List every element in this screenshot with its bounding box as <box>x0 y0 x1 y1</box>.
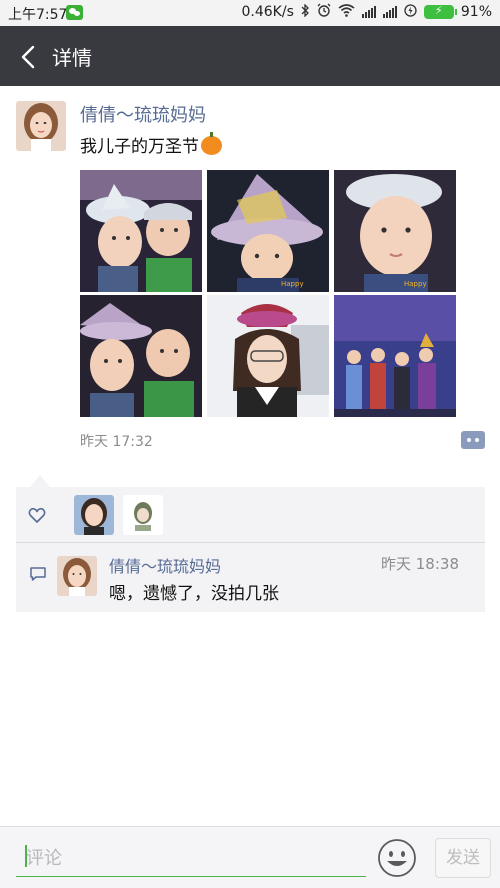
comment-input-bar <box>0 826 500 888</box>
svg-text:Happy: Happy <box>281 280 304 288</box>
status-time: 上午7:57 <box>8 7 68 23</box>
battery-icon: ⚡ <box>423 4 457 19</box>
comment-bubble-icon <box>30 567 46 581</box>
post-time: 昨天 17:32 <box>80 434 153 450</box>
post-photo-4[interactable] <box>80 295 202 417</box>
charging-icon <box>404 3 417 21</box>
comment-time: 昨天 18:38 <box>381 555 459 573</box>
post-photo-2[interactable]: Happy <box>207 170 329 292</box>
post-text-body: 我儿子的万圣节 <box>80 137 199 157</box>
network-speed: 0.46K/s <box>241 4 294 20</box>
wechat-notification-icon <box>66 5 83 20</box>
status-indicators: 0.46K/s ⚡ 91% <box>241 2 492 21</box>
comment-text: 嗯，遗憾了，没拍几张 <box>109 584 279 604</box>
emoji-button[interactable] <box>377 838 417 878</box>
more-actions-button[interactable] <box>461 431 485 449</box>
like-avatar[interactable] <box>74 495 114 535</box>
signal-icon <box>361 6 376 18</box>
svg-text:Happy: Happy <box>404 280 427 288</box>
post-photo-1[interactable] <box>80 170 202 292</box>
comment-item[interactable]: 倩倩～琉琉妈妈 昨天 18:38 嗯，遗憾了，没拍几张 <box>16 544 485 612</box>
post-photo-5[interactable] <box>207 295 329 417</box>
wifi-icon <box>338 3 355 21</box>
send-button[interactable]: 发送 <box>435 838 491 878</box>
comment-input[interactable] <box>16 841 366 877</box>
battery-percent: 91% <box>460 4 492 20</box>
photo-grid: Happy Happy <box>80 170 456 417</box>
page-title: 详情 <box>52 46 92 70</box>
pumpkin-emoji-icon <box>201 132 222 155</box>
nav-bar: 详情 <box>0 26 500 86</box>
alarm-icon <box>317 3 331 21</box>
post-photo-3[interactable]: Happy <box>334 170 456 292</box>
interaction-panel: 倩倩～琉琉妈妈 昨天 18:38 嗯，遗憾了，没拍几张 <box>16 475 485 612</box>
commenter-avatar[interactable] <box>57 556 97 596</box>
likes-row <box>16 487 485 543</box>
post-text: 我儿子的万圣节 <box>80 132 222 157</box>
comment-author[interactable]: 倩倩～琉琉妈妈 <box>109 553 221 577</box>
author-avatar[interactable] <box>16 101 66 151</box>
heart-icon <box>28 507 46 523</box>
status-bar: 上午7:57 0.46K/s ⚡ 91% <box>0 0 500 26</box>
bluetooth-icon <box>301 2 310 21</box>
signal-icon-2 <box>382 6 397 18</box>
post-author[interactable]: 倩倩～琉琉妈妈 <box>80 101 206 127</box>
text-cursor <box>25 845 27 867</box>
back-arrow-icon[interactable] <box>18 44 40 70</box>
post-photo-6[interactable] <box>334 295 456 417</box>
like-avatar[interactable] <box>123 495 163 535</box>
